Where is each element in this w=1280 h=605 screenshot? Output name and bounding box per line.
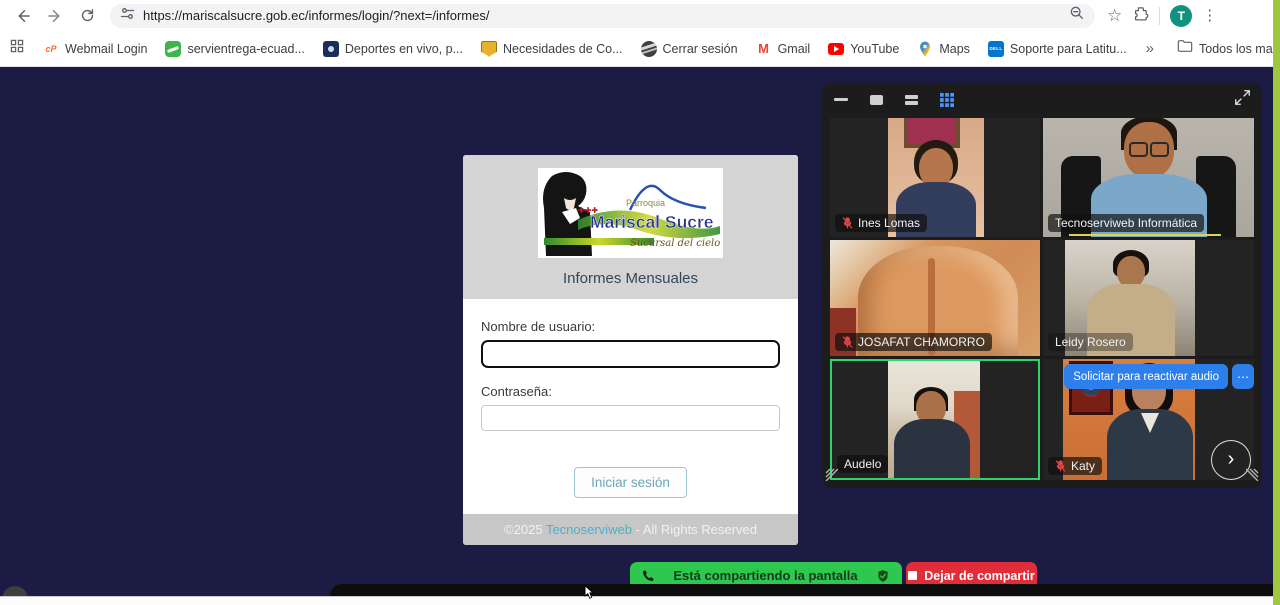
login-form: Nombre de usuario: Contraseña: Iniciar s… [463,299,798,514]
name-badge: Ines Lomas [835,214,927,232]
name-badge: Katy [1048,457,1102,475]
audio-level-indicator [1069,234,1221,236]
servientrega-icon [165,41,181,57]
reload-icon[interactable] [74,3,100,29]
bookmark-star-icon[interactable]: ☆ [1107,6,1122,26]
resize-grip-right[interactable] [1246,468,1259,486]
profile-avatar[interactable]: T [1170,5,1192,27]
folder-icon [1177,39,1193,58]
video-tile-leidy[interactable]: Leidy Rosero [1043,240,1254,356]
login-button[interactable]: Iniciar sesión [574,467,687,498]
login-card-header: Parroquia ✚✚✚ Mariscal Sucre Sucursal de… [463,155,798,299]
url-text[interactable]: https://mariscalsucre.gob.ec/informes/lo… [143,8,1061,23]
name-badge: Leidy Rosero [1048,333,1133,351]
zoom-out-icon[interactable] [1069,5,1085,26]
bookmarks-bar: cPWebmail Login servientrega-ecuad... De… [0,31,1280,67]
bookmark-gmail[interactable]: MGmail [749,37,818,61]
site-settings-icon[interactable] [120,6,135,26]
gallery-view-icon[interactable] [940,93,954,107]
svg-text:Sucursal del cielo: Sucursal del cielo [630,238,720,249]
minimize-view-icon[interactable] [834,98,848,101]
resize-grip-left[interactable] [825,468,838,486]
login-card: Parroquia ✚✚✚ Mariscal Sucre Sucursal de… [463,155,798,545]
meeting-panel-header [822,83,1262,116]
next-page-button[interactable]: › [1211,440,1251,480]
video-tile-ines[interactable]: Ines Lomas [830,118,1040,237]
deportes-icon [323,41,339,57]
username-label: Nombre de usuario: [481,319,780,334]
glasses [1129,142,1169,154]
maps-pin-icon [917,41,933,57]
name-badge: Tecnoserviweb Informática [1048,214,1204,232]
bookmark-necesidades[interactable]: Necesidades de Co... [474,37,630,61]
bookmark-servientrega[interactable]: servientrega-ecuad... [158,37,311,61]
screen-share-border [1273,0,1280,605]
apps-grid-icon[interactable] [10,39,24,58]
phone-icon [642,569,655,582]
chrome-menu-icon[interactable]: ⋮ [1202,8,1217,23]
password-label: Contraseña: [481,384,780,399]
video-tile-josafat[interactable]: JOSAFAT CHAMORRO [830,240,1040,356]
more-options-button[interactable]: ⋯ [1232,364,1254,389]
bookmark-webmail[interactable]: cPWebmail Login [36,37,154,61]
login-title: Informes Mensuales [463,270,798,287]
stop-icon [908,571,917,580]
bookmark-cerrar-sesion[interactable]: Cerrar sesión [634,37,745,61]
copyright-text: ©2025 [504,522,546,537]
mic-muted-icon [842,217,853,229]
participant-video [888,361,980,478]
expand-icon[interactable] [1235,90,1250,110]
globe-icon [641,41,657,57]
cpanel-icon: cP [43,41,59,57]
name-badge: Audelo [837,455,888,473]
request-unmute-button[interactable]: Solicitar para reactivar audio [1064,364,1228,389]
strip-view-icon[interactable] [905,95,918,105]
bottom-window-strip [0,596,1280,605]
mic-muted-icon [842,336,853,348]
all-bookmarks-button[interactable]: Todos los marcadores [1170,35,1280,62]
sharing-status-text: Está compartiendo la pantalla [673,568,857,583]
video-tile-audelo-active-speaker[interactable]: Audelo [830,359,1040,480]
login-footer: ©2025 Tecnoserviweb - All Rights Reserve… [463,514,798,545]
bookmark-maps[interactable]: Maps [910,37,977,61]
username-input[interactable] [481,340,780,368]
speaker-view-icon[interactable] [870,95,883,105]
forward-icon[interactable] [42,3,68,29]
password-input[interactable] [481,405,780,431]
mic-muted-icon [1055,460,1066,472]
toolbar-separator [1159,7,1160,25]
mariscal-sucre-logo: Parroquia ✚✚✚ Mariscal Sucre Sucursal de… [538,168,723,258]
bookmarks-overflow-chevron[interactable]: » [1138,38,1162,59]
extensions-icon[interactable] [1132,5,1149,27]
video-tile-tecnoserviweb[interactable]: Tecnoserviweb Informática [1043,118,1254,237]
dell-icon: DELL [988,41,1004,57]
gmail-icon: M [756,41,772,57]
shield-check-icon [876,569,890,583]
svg-text:Mariscal Sucre: Mariscal Sucre [590,212,714,232]
svg-text:Parroquia: Parroquia [626,198,665,208]
bookmark-deportes[interactable]: Deportes en vivo, p... [316,37,470,61]
browser-toolbar: https://mariscalsucre.gob.ec/informes/lo… [0,0,1280,31]
rights-text: - All Rights Reserved [632,522,757,537]
bookmark-dell-soporte[interactable]: DELLSoporte para Latitu... [981,37,1134,61]
tecnoserviweb-link[interactable]: Tecnoserviweb [546,522,632,537]
crest-icon [481,41,497,57]
meeting-panel: Ines Lomas Tecnoserviweb Informática JOS… [822,83,1262,488]
url-bar[interactable]: https://mariscalsucre.gob.ec/informes/lo… [110,4,1095,28]
mouse-cursor [584,585,594,604]
page-background: Parroquia ✚✚✚ Mariscal Sucre Sucursal de… [0,67,1280,605]
youtube-icon [828,43,844,55]
back-icon[interactable] [10,3,36,29]
bookmark-youtube[interactable]: YouTube [821,38,906,60]
name-badge: JOSAFAT CHAMORRO [835,333,992,351]
